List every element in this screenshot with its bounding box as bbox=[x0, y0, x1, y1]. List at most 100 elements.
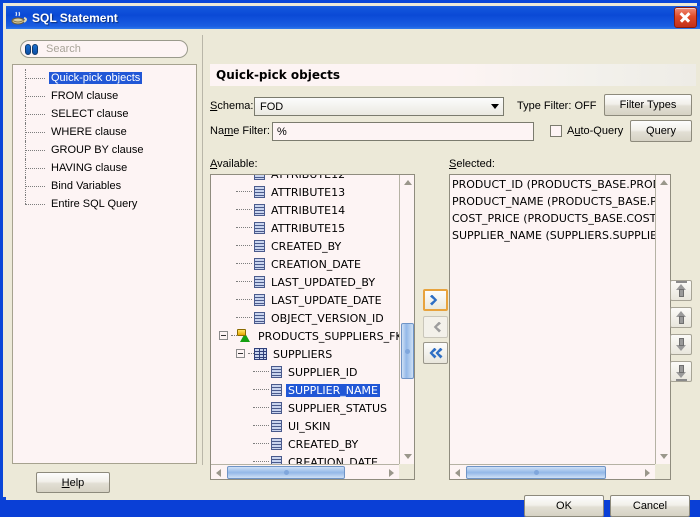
tree-guide bbox=[253, 461, 269, 462]
search-input[interactable]: Search bbox=[20, 40, 188, 58]
scroll-down-icon[interactable] bbox=[400, 449, 414, 464]
scroll-right-icon[interactable] bbox=[640, 465, 655, 479]
selected-listbox[interactable]: PRODUCT_ID (PRODUCTS_BASE.PRODUCTPRODUCT… bbox=[449, 174, 671, 480]
scrollbar-thumb[interactable] bbox=[466, 466, 606, 479]
scroll-right-icon[interactable] bbox=[384, 465, 399, 479]
tree-item[interactable]: SUPPLIER_ID bbox=[211, 364, 399, 382]
collapse-icon[interactable] bbox=[236, 349, 245, 358]
tree-item[interactable]: SUPPLIER_STATUS bbox=[211, 400, 399, 418]
scroll-left-icon[interactable] bbox=[211, 465, 226, 479]
close-icon[interactable] bbox=[674, 7, 697, 28]
selected-vertical-scrollbar[interactable] bbox=[655, 175, 670, 464]
tree-item-label: PRODUCTS_SUPPLIERS_FK bbox=[258, 330, 399, 343]
tree-item-label: SUPPLIER_ID bbox=[288, 366, 358, 379]
tree-item-label: CREATION_DATE bbox=[288, 456, 378, 464]
add-selected-button[interactable] bbox=[423, 289, 448, 311]
tree-item-label: SUPPLIERS bbox=[273, 348, 333, 361]
move-down-button[interactable] bbox=[670, 334, 692, 355]
scrollbar-corner bbox=[655, 464, 670, 479]
collapse-icon[interactable] bbox=[219, 331, 228, 340]
tree-guide bbox=[236, 317, 252, 318]
selected-label: Selected: bbox=[449, 158, 495, 170]
binoculars-icon bbox=[25, 43, 40, 55]
scrollbar-thumb[interactable] bbox=[227, 466, 345, 479]
remove-all-button[interactable] bbox=[423, 342, 448, 364]
tree-item[interactable]: CREATION_DATE bbox=[211, 454, 399, 464]
scroll-left-icon[interactable] bbox=[450, 465, 465, 479]
scroll-up-icon[interactable] bbox=[656, 175, 670, 190]
tree-item[interactable]: CREATED_BY bbox=[211, 238, 399, 256]
tree-guide bbox=[236, 263, 252, 264]
scrollbar-thumb[interactable] bbox=[401, 323, 414, 379]
move-to-top-button[interactable] bbox=[670, 280, 692, 301]
navigation-list: Quick-pick objects FROM clause SELECT clau… bbox=[13, 65, 196, 213]
tree-item-label: ATTRIBUTE15 bbox=[271, 222, 346, 235]
tree-item[interactable]: CREATED_BY bbox=[211, 436, 399, 454]
tree-item[interactable]: PRODUCTS_SUPPLIERS_FK bbox=[211, 328, 399, 346]
type-filter-status: Type Filter: OFF bbox=[517, 100, 597, 112]
tree-item-label: LAST_UPDATE_DATE bbox=[271, 294, 382, 307]
filter-types-button[interactable]: Filter Types bbox=[604, 94, 692, 116]
name-filter-input[interactable]: % bbox=[272, 122, 534, 141]
scroll-down-icon[interactable] bbox=[656, 449, 670, 464]
column-icon bbox=[271, 384, 282, 396]
scroll-up-icon[interactable] bbox=[400, 175, 414, 190]
tree-item[interactable]: ATTRIBUTE13 bbox=[211, 184, 399, 202]
window-title: SQL Statement bbox=[32, 10, 118, 25]
tree-item-label: SUPPLIER_STATUS bbox=[288, 402, 388, 415]
help-button[interactable]: Help bbox=[36, 472, 110, 493]
cancel-button[interactable]: Cancel bbox=[610, 495, 690, 517]
sidebar-item-entire-sql-query[interactable]: Entire SQL Query bbox=[13, 195, 196, 213]
tree-guide bbox=[236, 191, 252, 192]
chevron-right-icon bbox=[430, 294, 438, 306]
sidebar-item-group-by-clause[interactable]: GROUP BY clause bbox=[13, 141, 196, 159]
tree-item-label: CREATION_DATE bbox=[271, 258, 361, 271]
sql-statement-dialog: SQL Statement Search Quick-pick objects F… bbox=[0, 0, 700, 517]
available-vertical-scrollbar[interactable] bbox=[399, 175, 414, 464]
remove-selected-button bbox=[423, 316, 448, 338]
selected-list-item[interactable]: PRODUCT_ID (PRODUCTS_BASE.PRODUCT bbox=[450, 176, 655, 193]
tree-item[interactable]: OBJECT_VERSION_ID bbox=[211, 310, 399, 328]
schema-label-text: chema: bbox=[217, 100, 254, 112]
sidebar-item-where-clause[interactable]: WHERE clause bbox=[13, 123, 196, 141]
tree-item-label: ATTRIBUTE12 bbox=[269, 175, 347, 181]
query-button[interactable]: Query bbox=[630, 120, 692, 142]
tree-item[interactable]: SUPPLIER_NAME bbox=[211, 382, 399, 400]
schema-select[interactable]: FOD bbox=[254, 97, 504, 116]
tree-item[interactable]: UI_SKIN bbox=[211, 418, 399, 436]
sidebar-item-from-clause[interactable]: FROM clause bbox=[13, 87, 196, 105]
move-to-bottom-button[interactable] bbox=[670, 361, 692, 382]
tree-item[interactable]: SUPPLIERS bbox=[211, 346, 399, 364]
column-icon bbox=[254, 175, 265, 180]
tree-item[interactable]: ATTRIBUTE14 bbox=[211, 202, 399, 220]
selected-list-item[interactable]: PRODUCT_NAME (PRODUCTS_BASE.PRODU bbox=[450, 193, 655, 210]
tree-item[interactable]: CREATION_DATE bbox=[211, 256, 399, 274]
tree-item[interactable]: LAST_UPDATE_DATE bbox=[211, 292, 399, 310]
tree-item[interactable]: LAST_UPDATED_BY bbox=[211, 274, 399, 292]
sidebar-item-select-clause[interactable]: SELECT clause bbox=[13, 105, 196, 123]
name-filter-label: Name Filter: bbox=[210, 125, 270, 137]
help-label: Help bbox=[61, 476, 85, 489]
available-horizontal-scrollbar[interactable] bbox=[211, 464, 399, 479]
tree-item[interactable]: ATTRIBUTE12 bbox=[211, 175, 399, 184]
ok-button[interactable]: OK bbox=[524, 495, 604, 517]
page-title: Quick-pick objects bbox=[210, 64, 696, 86]
auto-query-label[interactable]: Auto-Query bbox=[567, 125, 623, 137]
available-tree-listbox[interactable]: ATTRIBUTE12 ATTRIBUTE13 ATTRIBUTE14 ATTRIBU… bbox=[210, 174, 415, 480]
selected-list-item[interactable]: SUPPLIER_NAME (SUPPLIERS.SUPPLIER_NA bbox=[450, 227, 655, 244]
sidebar-item-label: WHERE clause bbox=[51, 126, 127, 138]
tree-item[interactable]: ATTRIBUTE15 bbox=[211, 220, 399, 238]
chevron-down-icon[interactable] bbox=[486, 98, 503, 115]
sidebar-item-having-clause[interactable]: HAVING clause bbox=[13, 159, 196, 177]
tree-item-label: UI_SKIN bbox=[288, 420, 331, 433]
selected-horizontal-scrollbar[interactable] bbox=[450, 464, 655, 479]
tree-guide bbox=[236, 245, 252, 246]
move-up-button[interactable] bbox=[670, 307, 692, 328]
sidebar-item-quick-pick-objects[interactable]: Quick-pick objects bbox=[13, 69, 196, 87]
sidebar-item-bind-variables[interactable]: Bind Variables bbox=[13, 177, 196, 195]
navigation-panel: Quick-pick objects FROM clause SELECT clau… bbox=[12, 64, 197, 464]
tree-item-label: ATTRIBUTE13 bbox=[271, 186, 346, 199]
auto-query-checkbox[interactable] bbox=[550, 125, 562, 137]
selected-list-item[interactable]: COST_PRICE (PRODUCTS_BASE.COST_PRI bbox=[450, 210, 655, 227]
tree-item-label: SUPPLIER_NAME bbox=[286, 384, 380, 397]
